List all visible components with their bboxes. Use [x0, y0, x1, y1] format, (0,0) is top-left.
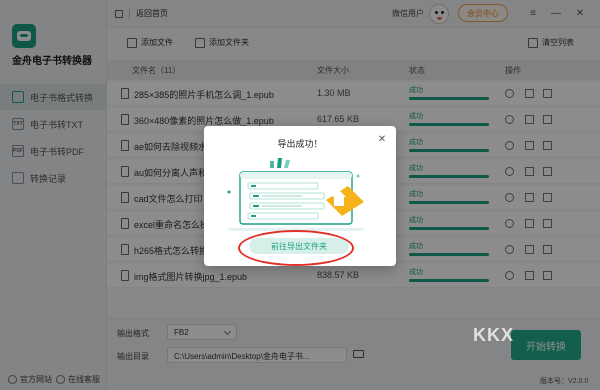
highlight-ring — [238, 230, 354, 266]
close-icon[interactable]: ✕ — [376, 133, 388, 145]
dialog-title: 导出成功！ — [277, 139, 323, 149]
watermark: KKX — [473, 325, 515, 345]
export-illustration — [227, 158, 364, 231]
